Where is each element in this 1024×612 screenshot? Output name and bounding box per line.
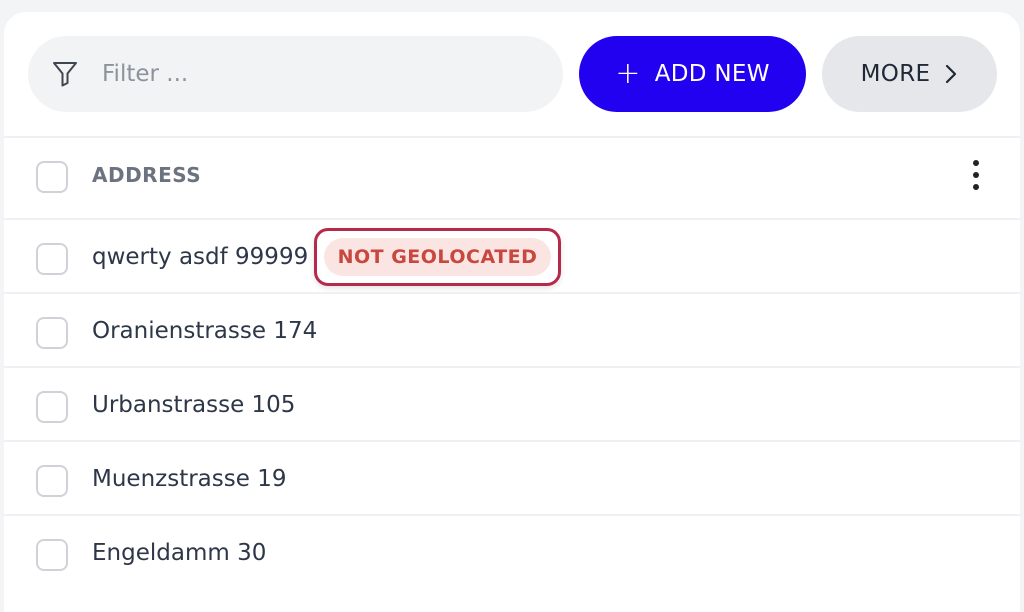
filter-box[interactable] [28, 36, 563, 112]
filter-input[interactable] [102, 54, 532, 94]
table-row[interactable]: qwerty asdf 99999 NOT GEOLOCATED [4, 218, 1020, 292]
address-text: qwerty asdf 99999 [92, 244, 309, 270]
more-label: MORE [860, 61, 931, 87]
row-checkbox[interactable] [36, 243, 68, 275]
address-text: Muenzstrasse 19 [92, 466, 287, 492]
more-button[interactable]: MORE [822, 36, 997, 112]
table-row[interactable]: Engeldamm 30 [4, 514, 1020, 588]
add-new-label: ADD NEW [654, 61, 770, 87]
toolbar: + ADD NEW MORE [4, 12, 1020, 136]
address-list-card: + ADD NEW MORE ADDRESS qwerty asdf 99999… [4, 12, 1020, 612]
column-header-address: ADDRESS [92, 163, 202, 187]
table-row[interactable]: Muenzstrasse 19 [4, 440, 1020, 514]
address-text: Engeldamm 30 [92, 540, 267, 566]
address-text: Oranienstrasse 174 [92, 318, 318, 344]
status-badge-highlight: NOT GEOLOCATED [314, 228, 561, 286]
table-row[interactable]: Oranienstrasse 174 [4, 292, 1020, 366]
plus-icon: + [615, 56, 641, 91]
chevron-right-icon [946, 64, 957, 84]
table-row[interactable]: Urbanstrasse 105 [4, 366, 1020, 440]
row-checkbox[interactable] [36, 465, 68, 497]
address-text: Urbanstrasse 105 [92, 392, 296, 418]
add-new-button[interactable]: + ADD NEW [579, 36, 806, 112]
column-menu-icon[interactable] [962, 160, 990, 194]
select-all-checkbox[interactable] [36, 161, 68, 193]
row-checkbox[interactable] [36, 391, 68, 423]
filter-icon [53, 62, 77, 87]
status-badge: NOT GEOLOCATED [324, 238, 551, 276]
table-header: ADDRESS [4, 136, 1020, 210]
row-checkbox[interactable] [36, 539, 68, 571]
row-checkbox[interactable] [36, 317, 68, 349]
